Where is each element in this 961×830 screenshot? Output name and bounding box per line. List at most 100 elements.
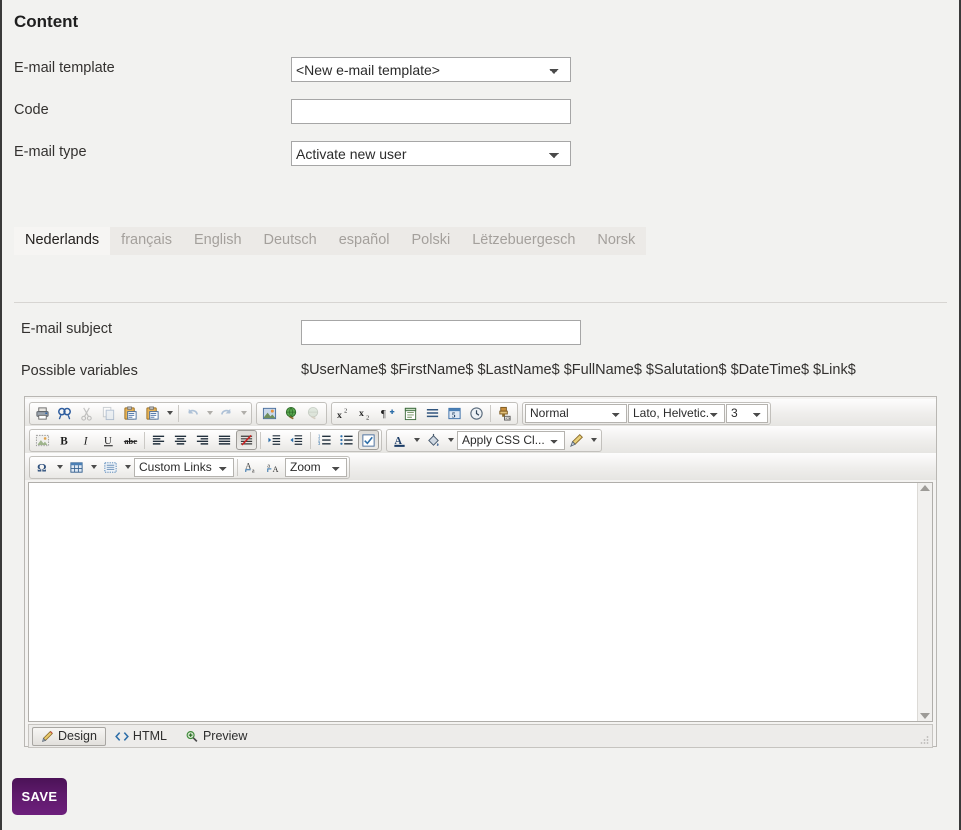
- save-button[interactable]: SAVE: [12, 778, 67, 815]
- toolbar-group-typography: Normal Lato, Helvetic... 3: [522, 401, 771, 425]
- cut-icon[interactable]: [76, 403, 97, 423]
- horizontal-rule-icon[interactable]: [422, 403, 443, 423]
- code-input[interactable]: [291, 99, 571, 124]
- language-tab-norsk[interactable]: Norsk: [586, 227, 647, 255]
- select-all-icon[interactable]: [358, 430, 379, 450]
- svg-text:A: A: [245, 461, 251, 470]
- toolbar-separator: [144, 431, 145, 449]
- editor-tab-html[interactable]: HTML: [106, 727, 176, 746]
- svg-text:A: A: [272, 464, 278, 473]
- text-color-icon[interactable]: A: [389, 430, 410, 450]
- editor-toolbar-row-1: x2 x2 ¶ 5 <> Normal Lato, Helvetic... 3: [25, 399, 936, 426]
- align-justify-icon[interactable]: [214, 430, 235, 450]
- indent-icon[interactable]: [264, 430, 285, 450]
- editor-body[interactable]: [29, 483, 917, 721]
- special-character-dropdown-caret[interactable]: [54, 457, 65, 477]
- language-tab-polski[interactable]: Polski: [400, 227, 462, 255]
- email-template-select[interactable]: <New e-mail template>: [291, 57, 571, 82]
- editor-tab-design[interactable]: Design: [32, 726, 106, 746]
- language-tab-francais[interactable]: français: [110, 227, 183, 255]
- language-tab-espanol[interactable]: español: [327, 227, 401, 255]
- svg-text:x: x: [359, 408, 364, 419]
- align-left-icon[interactable]: [148, 430, 169, 450]
- align-right-icon[interactable]: [192, 430, 213, 450]
- custom-links-select[interactable]: Custom Links: [134, 457, 234, 477]
- strikethrough-icon[interactable]: abc: [120, 430, 141, 450]
- numbered-list-icon[interactable]: 123: [314, 430, 335, 450]
- remove-format-icon[interactable]: [236, 430, 257, 450]
- page-title: Content: [14, 12, 79, 31]
- editor-resize-grip[interactable]: [919, 735, 929, 745]
- toolbar-group-insert: [256, 401, 327, 425]
- undo-dropdown-caret[interactable]: [204, 403, 215, 423]
- undo-icon[interactable]: [182, 403, 203, 423]
- scroll-up-icon[interactable]: [920, 485, 930, 491]
- pencil-icon: [41, 730, 54, 743]
- align-center-icon[interactable]: [170, 430, 191, 450]
- paste-special-icon[interactable]: [142, 403, 163, 423]
- toolbar-group-colors: A Apply CSS Cl...: [386, 428, 602, 452]
- possible-variables-label: Possible variables: [21, 363, 138, 379]
- bullet-list-icon[interactable]: [336, 430, 357, 450]
- superscript-icon[interactable]: x2: [334, 403, 355, 423]
- brush-style-dropdown-caret[interactable]: [588, 430, 599, 450]
- scroll-down-icon[interactable]: [920, 713, 930, 719]
- svg-text:2: 2: [366, 414, 369, 420]
- format-painter-icon[interactable]: <>: [494, 403, 515, 423]
- background-color-dropdown-caret[interactable]: [445, 430, 456, 450]
- grid-icon[interactable]: [100, 457, 121, 477]
- image-placeholder-icon[interactable]: [32, 430, 53, 450]
- zoom-select[interactable]: Zoom: [285, 457, 347, 477]
- grid-dropdown-caret[interactable]: [122, 457, 133, 477]
- find-icon[interactable]: [54, 403, 75, 423]
- apply-css-class-select[interactable]: Apply CSS Cl...: [457, 430, 565, 450]
- print-icon[interactable]: [32, 403, 53, 423]
- toolbar-separator: [490, 404, 491, 422]
- paste-icon[interactable]: [120, 403, 141, 423]
- svg-text:x: x: [337, 409, 342, 420]
- svg-text:a: a: [252, 468, 255, 474]
- insert-table-field-icon[interactable]: 5: [444, 403, 465, 423]
- email-type-select[interactable]: Activate new user: [291, 141, 571, 166]
- table-dropdown-caret[interactable]: [88, 457, 99, 477]
- paste-special-dropdown-caret[interactable]: [164, 403, 175, 423]
- svg-text:I: I: [83, 435, 89, 447]
- show-paragraph-icon[interactable]: ¶: [378, 403, 399, 423]
- editor-tab-preview[interactable]: Preview: [176, 727, 256, 746]
- redo-icon[interactable]: [216, 403, 237, 423]
- font-family-select[interactable]: Lato, Helvetic...: [628, 403, 725, 423]
- insert-date-time-icon[interactable]: [466, 403, 487, 423]
- editor-vertical-scrollbar[interactable]: [917, 483, 932, 721]
- language-tab-letzebuergesch[interactable]: Lëtzebuergesch: [461, 227, 587, 255]
- email-subject-input[interactable]: [301, 320, 581, 345]
- paragraph-style-select[interactable]: Normal: [525, 403, 627, 423]
- table-icon[interactable]: [66, 457, 87, 477]
- insert-link-icon[interactable]: [281, 403, 302, 423]
- remove-link-icon[interactable]: [303, 403, 324, 423]
- redo-dropdown-caret[interactable]: [238, 403, 249, 423]
- magnifier-icon: [185, 730, 199, 743]
- font-size-select[interactable]: 3: [726, 403, 768, 423]
- language-tab-deutsch[interactable]: Deutsch: [252, 227, 328, 255]
- brush-style-icon[interactable]: [566, 430, 587, 450]
- copy-icon[interactable]: [98, 403, 119, 423]
- spell-check-icon[interactable]: [400, 403, 421, 423]
- special-character-icon[interactable]: Ω: [32, 457, 53, 477]
- editor-tab-design-label: Design: [58, 729, 97, 743]
- insert-image-icon[interactable]: [259, 403, 280, 423]
- background-color-icon[interactable]: [423, 430, 444, 450]
- text-color-dropdown-caret[interactable]: [411, 430, 422, 450]
- underline-icon[interactable]: U: [98, 430, 119, 450]
- bold-icon[interactable]: B: [54, 430, 75, 450]
- uppercase-icon[interactable]: Aa: [241, 457, 262, 477]
- subscript-icon[interactable]: x2: [356, 403, 377, 423]
- code-label: Code: [14, 102, 49, 118]
- italic-icon[interactable]: I: [76, 430, 97, 450]
- outdent-icon[interactable]: [286, 430, 307, 450]
- toolbar-group-clipboard: [29, 401, 252, 425]
- language-tab-nederlands[interactable]: Nederlands: [14, 227, 111, 255]
- language-tab-english[interactable]: English: [182, 227, 253, 255]
- possible-variables-value: $UserName$ $FirstName$ $LastName$ $FullN…: [301, 362, 856, 378]
- svg-text:5: 5: [452, 410, 456, 419]
- lowercase-icon[interactable]: aA: [263, 457, 284, 477]
